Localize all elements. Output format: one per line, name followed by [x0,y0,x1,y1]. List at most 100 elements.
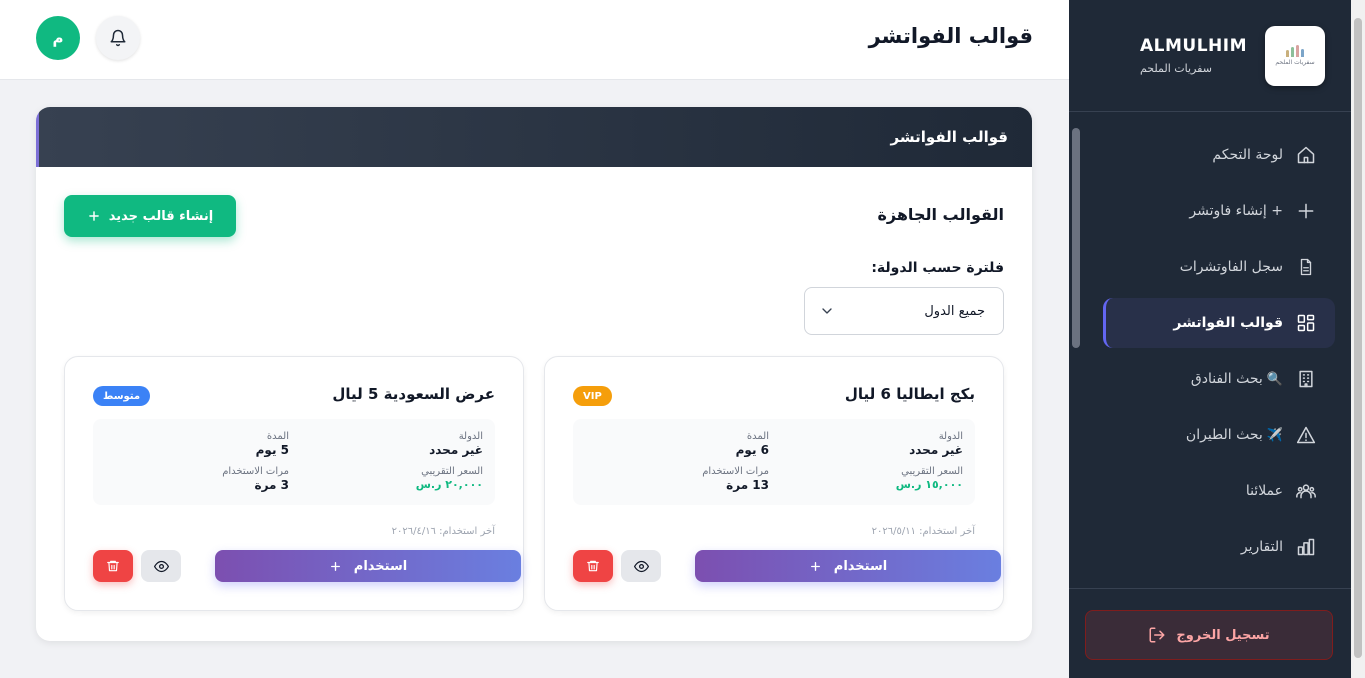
notifications-button[interactable] [96,16,140,60]
grid-icon [1295,312,1317,334]
template-card: بكج ايطاليا 6 ليال VIP الدولة غير محدد ا… [544,356,1004,611]
template-card: عرض السعودية 5 ليال متوسط الدولة غير محد… [64,356,524,611]
price-label: السعر التقريبي [421,466,483,477]
logo-text: سفريات الملحم [1275,59,1315,66]
country-value: غير محدد [909,443,963,457]
document-icon [1295,256,1317,278]
sidebar-item-voucher-log[interactable]: سجل الفاوتشرات [1103,242,1335,292]
sidebar-item-voucher-templates[interactable]: قوالب الفواتشر [1103,298,1335,348]
template-title: بكج ايطاليا 6 ليال [844,385,975,403]
plus-icon [810,561,820,571]
preview-button[interactable] [141,550,181,582]
country-label: الدولة [458,431,483,442]
uses-value: 3 مرة [254,478,289,492]
sidebar: سفريات الملحم ALMULHIM سفريات الملحم لوح… [1069,0,1351,678]
price-label: السعر التقريبي [901,466,963,477]
duration-value: 5 يوم [255,443,289,457]
price-info: السعر التقريبي ٢٠,٠٠٠ ر.س [416,466,483,491]
bell-icon [110,29,126,47]
last-used: آخر استخدام: ٢٠٢٦/٥/١١ [871,526,975,537]
sidebar-item-flight-search[interactable]: ✈️ بحث الطيران [1103,410,1335,460]
sidebar-item-label: عملائنا [1245,483,1283,499]
logo: سفريات الملحم [1265,25,1325,86]
sidebar-item-label: قوالب الفواتشر [1173,315,1283,331]
panel-header: قوالب الفواتشر [36,107,1032,167]
sidebar-item-create-voucher[interactable]: + إنشاء فاوتشر [1103,186,1335,236]
duration-value: 6 يوم [735,443,769,457]
status-badge: متوسط [93,386,151,406]
price-info: السعر التقريبي ١٥,٠٠٠ ر.س [896,466,963,491]
logout-icon [1149,627,1165,643]
duration-label: المدة [746,431,769,442]
plus-icon [330,561,340,571]
template-title: عرض السعودية 5 ليال [332,385,495,403]
preview-button[interactable] [621,550,661,582]
sidebar-item-label: بحث الفنادق [1190,371,1263,387]
brand-name: ALMULHIM [1139,36,1247,56]
uses-value: 13 مرة [726,478,769,492]
sidebar-nav: لوحة التحكم + إنشاء فاوتشر سجل الفاوتشرا… [1103,130,1335,578]
price-value: ١٥,٠٠٠ ر.س [895,478,963,491]
sidebar-scrollbar[interactable] [1069,112,1083,588]
country-filter-select[interactable]: جميع الدول [804,287,1004,335]
sidebar-item-label: التقارير [1240,539,1283,555]
uses-label: مرات الاستخدام [702,466,769,477]
price-value: ٢٠,٠٠٠ ر.س [415,478,483,491]
delete-button[interactable] [573,550,613,582]
logout-button[interactable]: تسجيل الخروج [1085,610,1333,660]
brand-subtitle: سفريات الملحم [1139,62,1212,75]
sidebar-item-label: سجل الفاوتشرات [1179,259,1283,275]
template-info: الدولة غير محدد المدة 5 يوم السعر التقري… [93,419,495,505]
top-bar: قوالب الفواتشر م [0,0,1069,80]
trash-icon [107,560,119,572]
country-label: الدولة [938,431,963,442]
sidebar-item-label: + إنشاء فاوتشر [1189,203,1283,219]
template-info: الدولة غير محدد المدة 6 يوم السعر التقري… [573,419,975,505]
country-info: الدولة غير محدد [909,431,963,457]
templates-panel: قوالب الفواتشر القوالب الجاهزة إنشاء قال… [36,107,1032,641]
sidebar-item-label: بحث الطيران [1185,427,1263,443]
use-label: استخدام [353,558,408,574]
eye-icon [633,560,649,572]
use-template-button[interactable]: استخدام [215,550,521,582]
search-icon: 🔍 [1266,371,1283,387]
use-label: استخدام [833,558,888,574]
uses-label: مرات الاستخدام [222,466,289,477]
logout-label: تسجيل الخروج [1176,627,1270,643]
delete-button[interactable] [93,550,133,582]
section-title: القوالب الجاهزة [877,205,1004,224]
status-badge: VIP [573,386,612,406]
users-icon [1295,480,1317,502]
building-icon [1295,368,1317,390]
country-info: الدولة غير محدد [429,431,483,457]
sidebar-item-clients[interactable]: عملائنا [1103,466,1335,516]
avatar[interactable]: م [36,16,80,60]
duration-info: المدة 5 يوم [256,431,289,457]
use-template-button[interactable]: استخدام [695,550,1001,582]
uses-info: مرات الاستخدام 3 مرة [222,466,289,492]
create-template-label: إنشاء قالب جديد [108,208,214,224]
sidebar-item-dashboard[interactable]: لوحة التحكم [1103,130,1335,180]
bar-chart-icon [1295,536,1317,558]
plus-icon [88,211,99,221]
sidebar-item-hotel-search[interactable]: 🔍 بحث الفنادق [1103,354,1335,404]
sidebar-item-label: لوحة التحكم [1212,147,1283,163]
home-icon [1295,144,1317,166]
uses-info: مرات الاستخدام 13 مرة [702,466,769,492]
last-used: آخر استخدام: ٢٠٢٦/٤/١٦ [391,526,495,537]
eye-icon [153,560,169,572]
filter-label: فلترة حسب الدولة: [871,260,1004,276]
plus-icon [1295,200,1317,222]
page-scrollbar[interactable] [1351,0,1365,678]
sidebar-item-reports[interactable]: التقارير [1103,522,1335,572]
create-template-button[interactable]: إنشاء قالب جديد [64,195,236,237]
page-title: قوالب الفواتشر [868,24,1033,48]
brand: سفريات الملحم ALMULHIM سفريات الملحم [1069,0,1351,112]
duration-info: المدة 6 يوم [736,431,769,457]
country-filter-value: جميع الدول [924,303,985,319]
trash-icon [587,560,599,572]
airplane-icon: ✈️ [1266,427,1283,443]
chevron-down-icon [822,308,832,314]
warning-triangle-icon [1295,424,1317,446]
country-value: غير محدد [429,443,483,457]
